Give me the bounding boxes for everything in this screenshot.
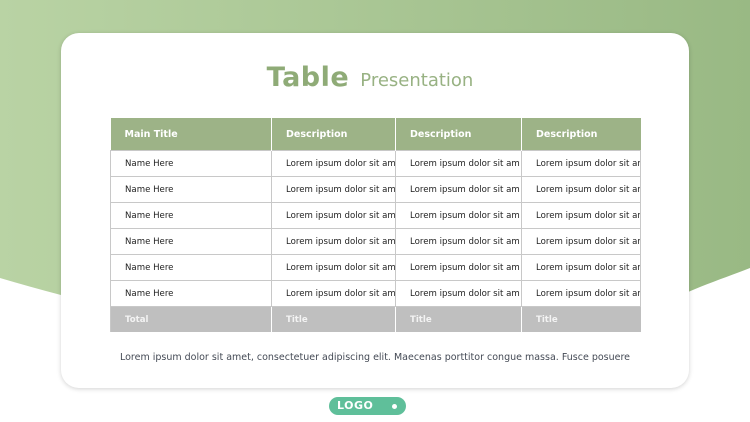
header-cell: Description [521, 118, 641, 151]
table-cell: Name Here [110, 280, 272, 307]
footer-cell: Title [271, 306, 396, 332]
logo-badge: LOGO [329, 397, 406, 415]
table-row: Name Here Lorem ipsum dolor sit am Lorem… [110, 202, 641, 229]
table-cell: Name Here [110, 202, 272, 229]
table-row: Name Here Lorem ipsum dolor sit am Lorem… [110, 254, 641, 281]
logo-label: LOGO [337, 399, 374, 412]
table-cell: Name Here [110, 254, 272, 281]
table-row: Name Here Lorem ipsum dolor sit am Lorem… [110, 150, 641, 177]
logo-dot-icon [392, 404, 397, 409]
table-cell: Lorem ipsum dolor sit am [271, 280, 396, 307]
table-row: Name Here Lorem ipsum dolor sit am Lorem… [110, 280, 641, 307]
table-cell: Lorem ipsum dolor sit am [271, 202, 396, 229]
table-cell: Lorem ipsum dolor sit am [395, 228, 522, 255]
table-cell: Lorem ipsum dolor sit am [521, 280, 641, 307]
table-cell: Lorem ipsum dolor sit am [271, 254, 396, 281]
table-row: Name Here Lorem ipsum dolor sit am Lorem… [110, 228, 641, 255]
header-cell: Description [395, 118, 522, 151]
table-cell: Name Here [110, 228, 272, 255]
header-cell: Main Title [110, 118, 272, 151]
table-cell: Lorem ipsum dolor sit am [395, 202, 522, 229]
table-cell: Lorem ipsum dolor sit am [521, 202, 641, 229]
table-cell: Name Here [110, 176, 272, 203]
header-cell: Description [271, 118, 396, 151]
table-cell: Lorem ipsum dolor sit am [395, 254, 522, 281]
table-cell: Lorem ipsum dolor sit am [395, 176, 522, 203]
footer-cell: Total [110, 306, 272, 332]
table-footer-row: Total Title Title Title [110, 306, 641, 332]
table-cell: Lorem ipsum dolor sit am [271, 150, 396, 177]
data-table: Main Title Description Description Descr… [110, 118, 641, 332]
caption-text: Lorem ipsum dolor sit amet, consectetuer… [119, 352, 631, 363]
table-row: Name Here Lorem ipsum dolor sit am Lorem… [110, 176, 641, 203]
footer-cell: Title [521, 306, 641, 332]
table-cell: Lorem ipsum dolor sit am [271, 176, 396, 203]
table-cell: Name Here [110, 150, 272, 177]
table-header-row: Main Title Description Description Descr… [110, 118, 641, 151]
table-cell: Lorem ipsum dolor sit am [395, 150, 522, 177]
table-cell: Lorem ipsum dolor sit am [521, 228, 641, 255]
table-cell: Lorem ipsum dolor sit am [521, 254, 641, 281]
table-cell: Lorem ipsum dolor sit am [521, 150, 641, 177]
slide-title: Table Presentation [0, 62, 740, 93]
table-cell: Lorem ipsum dolor sit am [395, 280, 522, 307]
footer-cell: Title [395, 306, 522, 332]
title-sub: Presentation [360, 70, 474, 91]
title-main: Table [266, 62, 350, 93]
table-cell: Lorem ipsum dolor sit am [521, 176, 641, 203]
table-cell: Lorem ipsum dolor sit am [271, 228, 396, 255]
